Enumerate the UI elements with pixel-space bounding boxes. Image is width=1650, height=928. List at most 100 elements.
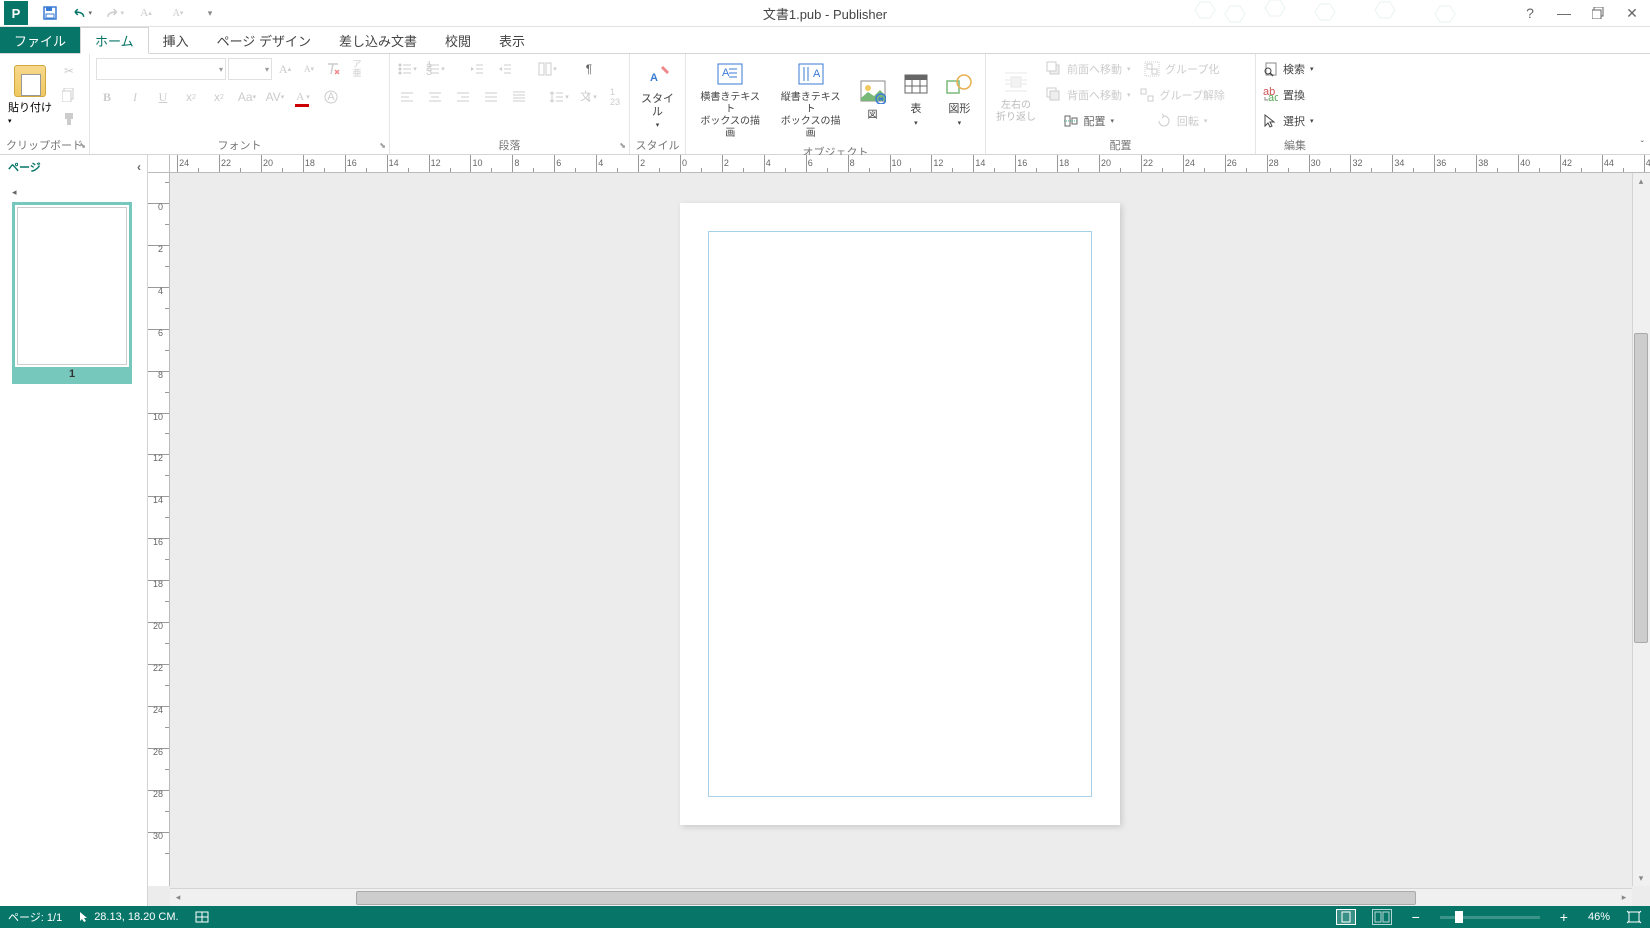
shapes-button[interactable]: 図形▾ bbox=[938, 67, 981, 130]
clear-format-icon[interactable] bbox=[322, 58, 344, 80]
table-button[interactable]: 表▾ bbox=[894, 67, 937, 130]
collapse-panel-icon[interactable]: ‹ bbox=[137, 160, 141, 174]
text-direction-icon[interactable]: 文▾ bbox=[576, 86, 598, 108]
superscript-icon[interactable]: x2 bbox=[208, 86, 230, 108]
ungroup-button[interactable]: グループ解除 bbox=[1139, 84, 1225, 106]
thumb-expand-icon[interactable]: ◂ bbox=[12, 187, 135, 198]
copy-icon[interactable] bbox=[58, 84, 80, 106]
close-icon[interactable]: ✕ bbox=[1624, 5, 1640, 21]
scroll-down-icon[interactable]: ▾ bbox=[1633, 870, 1649, 886]
align-center-icon[interactable] bbox=[424, 86, 446, 108]
bring-forward-button[interactable]: 前面へ移動▾ bbox=[1046, 58, 1131, 80]
font-size-combo[interactable]: ▾ bbox=[228, 58, 272, 80]
bold-icon[interactable]: B bbox=[96, 86, 118, 108]
draw-h-textbox-button[interactable]: A 横書きテキスト ボックスの描画 bbox=[690, 56, 770, 142]
cut-icon[interactable]: ✂ bbox=[58, 60, 80, 82]
grow-font-icon[interactable]: A▴ bbox=[274, 58, 296, 80]
subscript-icon[interactable]: x2 bbox=[180, 86, 202, 108]
document-page[interactable] bbox=[680, 203, 1120, 825]
underline-icon[interactable]: U bbox=[152, 86, 174, 108]
font-grow-icon[interactable]: A▴ bbox=[136, 3, 156, 23]
numbering-icon[interactable]: 123▾ bbox=[424, 58, 446, 80]
group-arrange: 左右の 折り返し 前面へ移動▾ 背面へ移動▾ 配置▾ グループ化 グループ解除 … bbox=[986, 54, 1256, 154]
justify-icon[interactable] bbox=[480, 86, 502, 108]
tab-page-design[interactable]: ページ デザイン bbox=[203, 27, 325, 53]
increase-indent-icon[interactable] bbox=[494, 58, 516, 80]
char-spacing-icon[interactable]: AV▾ bbox=[264, 86, 286, 108]
italic-icon[interactable]: I bbox=[124, 86, 146, 108]
page-thumbnail-1[interactable]: 1 bbox=[12, 202, 132, 384]
special-chars-icon[interactable]: ¶ bbox=[578, 58, 600, 80]
fit-page-icon[interactable] bbox=[1626, 910, 1642, 924]
select-button[interactable]: 選択▾ bbox=[1262, 110, 1314, 132]
phonetic-guide-icon[interactable]: ア亜 bbox=[346, 58, 368, 80]
bullets-icon[interactable]: ▾ bbox=[396, 58, 418, 80]
h-textbox-label: 横書きテキスト ボックスの描画 bbox=[696, 92, 764, 140]
format-painter-icon[interactable] bbox=[58, 108, 80, 130]
restore-icon[interactable] bbox=[1590, 5, 1606, 21]
font-shrink-icon[interactable]: A▾ bbox=[168, 3, 188, 23]
redo-icon[interactable]: ▾ bbox=[104, 3, 124, 23]
align-left-icon[interactable] bbox=[396, 86, 418, 108]
vertical-scrollbar[interactable]: ▴ ▾ bbox=[1632, 173, 1650, 886]
tab-insert[interactable]: 挿入 bbox=[149, 27, 203, 53]
find-button[interactable]: 検索▾ bbox=[1262, 58, 1314, 80]
undo-icon[interactable]: ▾ bbox=[72, 3, 92, 23]
horizontal-ruler[interactable]: 2422201816141210864202468101214161820222… bbox=[170, 155, 1650, 173]
scroll-up-icon[interactable]: ▴ bbox=[1633, 173, 1649, 189]
font-color-icon[interactable]: A▾ bbox=[292, 86, 314, 108]
styles-button[interactable]: A スタイル▾ bbox=[634, 57, 681, 133]
paragraph-launcher-icon[interactable]: ⬊ bbox=[619, 141, 626, 150]
change-case-icon[interactable]: Aa▾ bbox=[236, 86, 258, 108]
font-launcher-icon[interactable]: ⬊ bbox=[379, 141, 386, 150]
draw-v-textbox-button[interactable]: A 縦書きテキスト ボックスの描画 bbox=[770, 56, 850, 142]
zoom-in-icon[interactable]: + bbox=[1556, 909, 1572, 925]
send-backward-button[interactable]: 背面へ移動▾ bbox=[1046, 84, 1131, 106]
line-spacing-icon[interactable]: ▾ bbox=[548, 86, 570, 108]
clipboard-launcher-icon[interactable]: ⬊ bbox=[79, 141, 86, 150]
h-textbox-icon: A bbox=[714, 58, 746, 90]
picture-button[interactable]: 図 bbox=[851, 74, 894, 124]
align-right-icon[interactable] bbox=[452, 86, 474, 108]
columns-icon[interactable]: ▾ bbox=[536, 58, 558, 80]
zoom-out-icon[interactable]: − bbox=[1408, 909, 1424, 925]
single-page-view-icon[interactable] bbox=[1336, 909, 1356, 925]
qat-customize-icon[interactable]: ▾ bbox=[200, 3, 220, 23]
horizontal-scrollbar[interactable]: ◂ ▸ bbox=[170, 888, 1632, 906]
hyphenation-icon[interactable]: 123 bbox=[604, 86, 626, 108]
font-name-combo[interactable]: ▾ bbox=[96, 58, 226, 80]
paste-button[interactable]: 貼り付け▾ bbox=[4, 63, 56, 128]
align-button[interactable]: 配置▾ bbox=[1046, 110, 1131, 132]
wrap-text-button[interactable]: 左右の 折り返し bbox=[990, 64, 1042, 126]
zoom-slider-handle[interactable] bbox=[1455, 911, 1463, 923]
page-panel-header: ページ ‹ bbox=[0, 155, 147, 179]
two-page-view-icon[interactable] bbox=[1372, 909, 1392, 925]
replace-button[interactable]: abac置換 bbox=[1262, 84, 1305, 106]
minimize-icon[interactable]: — bbox=[1556, 5, 1572, 21]
tab-file[interactable]: ファイル bbox=[0, 27, 80, 53]
svg-text:ac: ac bbox=[1268, 92, 1278, 103]
tab-view[interactable]: 表示 bbox=[485, 27, 539, 53]
canvas[interactable] bbox=[170, 173, 1632, 886]
collapse-ribbon-icon[interactable]: ˇ bbox=[1641, 140, 1644, 151]
zoom-level[interactable]: 46% bbox=[1588, 911, 1610, 923]
help-icon[interactable]: ? bbox=[1522, 5, 1538, 21]
v-scroll-thumb[interactable] bbox=[1634, 333, 1648, 643]
zoom-slider[interactable] bbox=[1440, 916, 1540, 919]
vertical-ruler[interactable]: 024681012141618202224262830 bbox=[148, 173, 170, 886]
decrease-indent-icon[interactable] bbox=[466, 58, 488, 80]
page-indicator[interactable]: ページ: 1/1 bbox=[8, 909, 62, 925]
h-scroll-thumb[interactable] bbox=[356, 891, 1416, 905]
shrink-font-icon[interactable]: A▾ bbox=[298, 58, 320, 80]
save-icon[interactable] bbox=[40, 3, 60, 23]
tab-mailings[interactable]: 差し込み文書 bbox=[325, 27, 431, 53]
tab-home[interactable]: ホーム bbox=[80, 27, 149, 54]
distribute-icon[interactable] bbox=[508, 86, 530, 108]
scroll-left-icon[interactable]: ◂ bbox=[170, 890, 186, 906]
rotate-button[interactable]: 回転▾ bbox=[1139, 110, 1225, 132]
text-effects-icon[interactable]: A bbox=[320, 86, 342, 108]
scroll-right-icon[interactable]: ▸ bbox=[1616, 890, 1632, 906]
group-button[interactable]: グループ化 bbox=[1139, 58, 1225, 80]
tab-review[interactable]: 校閲 bbox=[431, 27, 485, 53]
quick-access-toolbar: ▾ ▾ A▴ A▾ ▾ bbox=[40, 3, 220, 23]
